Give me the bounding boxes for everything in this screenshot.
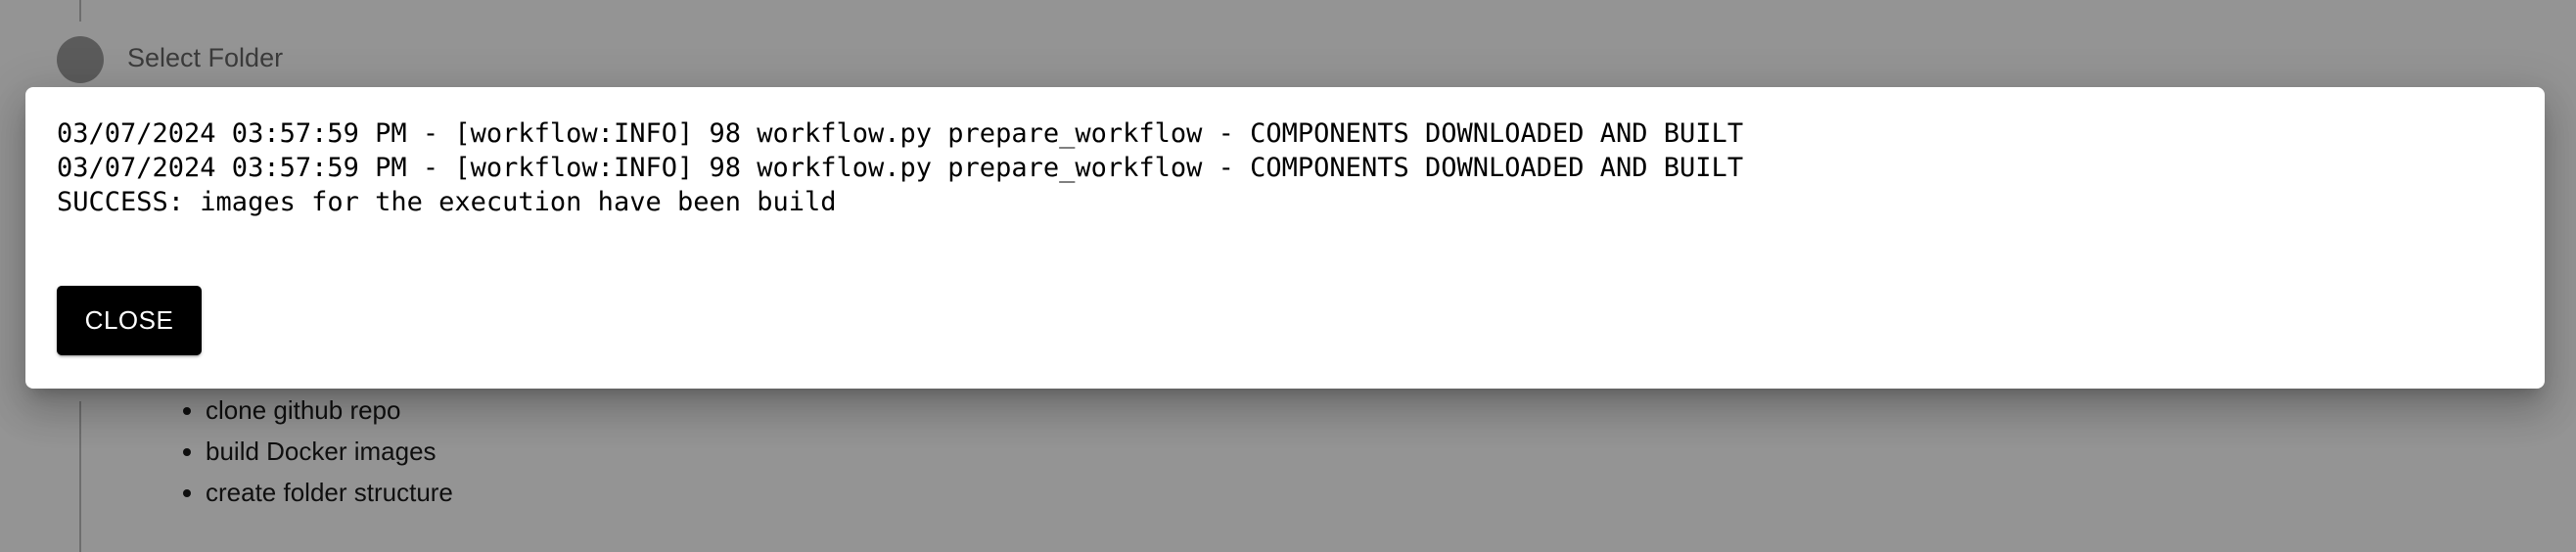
log-line: 03/07/2024 03:57:59 PM - [workflow:INFO]… [57,118,1744,149]
close-button[interactable]: CLOSE [57,286,202,355]
log-dialog: 03/07/2024 03:57:59 PM - [workflow:INFO]… [25,87,2545,389]
log-output: 03/07/2024 03:57:59 PM - [workflow:INFO]… [57,116,1743,219]
log-line: SUCCESS: images for the execution have b… [57,187,837,217]
log-line: 03/07/2024 03:57:59 PM - [workflow:INFO]… [57,153,1744,183]
